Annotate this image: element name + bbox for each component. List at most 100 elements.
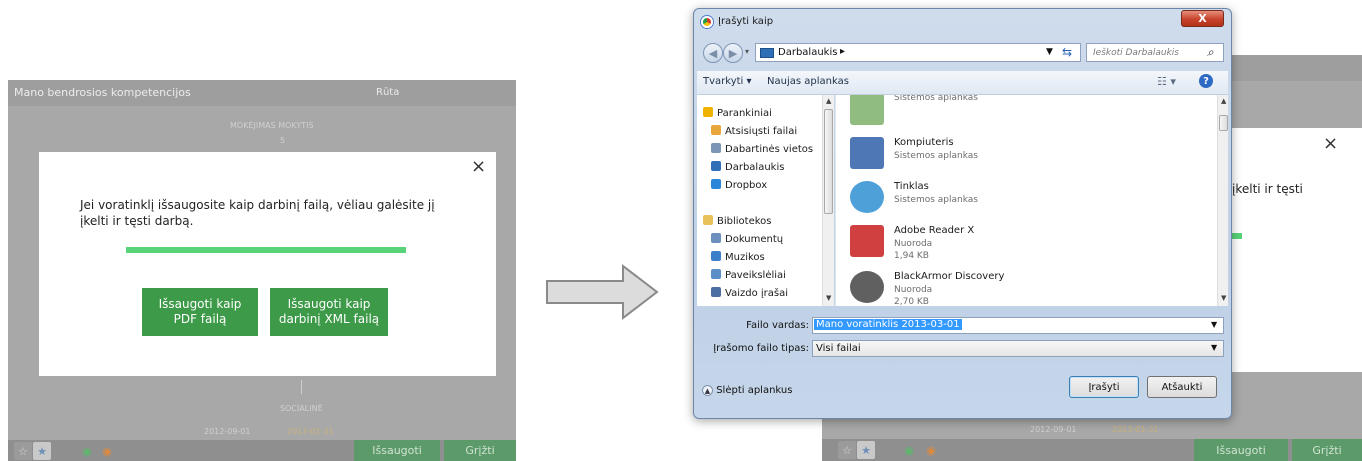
- desktop-small-icon: [760, 48, 774, 58]
- file-item[interactable]: BlackArmor Discovery Nuoroda 2,70 KB: [850, 267, 1190, 306]
- nav-item[interactable]: Dabartinės vietos: [711, 143, 813, 155]
- app-header: Mano bendrosios kompetencijos Rūta: [8, 80, 516, 106]
- file-type: Sistemos aplankas: [894, 95, 978, 103]
- user-folder-icon: [850, 95, 884, 125]
- file-size: 1,94 KB: [894, 251, 929, 261]
- star-outline-icon[interactable]: ☆: [14, 442, 32, 460]
- nav-item[interactable]: Muzikos: [711, 251, 765, 263]
- nav-item-label: Vaizdo įrašai: [725, 288, 788, 299]
- help-icon[interactable]: ?: [1199, 74, 1213, 88]
- file-name: Adobe Reader X: [894, 225, 975, 236]
- progress-track: [126, 247, 406, 253]
- dialog-title: Įrašyti kaip: [718, 16, 774, 27]
- right-modal-message: įkelti ir tęsti: [1232, 182, 1303, 196]
- chart-top-label: MOKĖJIMAS MOKYTIS: [230, 121, 314, 130]
- desktop-icon: [711, 161, 721, 171]
- address-bar[interactable]: Darbalaukis ▸ ▼ ⇆: [755, 43, 1081, 62]
- dialog-cancel-button[interactable]: Atšaukti: [1147, 376, 1217, 398]
- nav-scrollbar[interactable]: ▲ ▼: [822, 95, 834, 306]
- file-name: BlackArmor Discovery: [894, 271, 1005, 282]
- pictures-icon: [711, 269, 721, 279]
- nav-item[interactable]: Paveikslėliai: [711, 269, 786, 281]
- nav-scroll-down-icon[interactable]: ▼: [826, 294, 831, 302]
- search-placeholder: Ieškoti Darbalaukis: [1093, 48, 1179, 58]
- hide-folders-toggle[interactable]: ▲ Slėpti aplankus: [702, 385, 792, 396]
- right-arrow-icon: [546, 263, 659, 321]
- file-type: Sistemos aplankas: [894, 151, 978, 161]
- nav-item[interactable]: Vaizdo įrašai: [711, 287, 788, 299]
- right-close-icon[interactable]: ×: [1323, 135, 1338, 153]
- right-star-outline-icon[interactable]: ☆: [838, 441, 856, 459]
- files-scroll-up-icon[interactable]: ▲: [1221, 97, 1226, 105]
- back-button[interactable]: Grįžti: [444, 440, 516, 461]
- file-list-pane: Sistemos aplankas Kompiuteris Sistemos apl…: [835, 95, 1228, 306]
- forward-arrow-icon[interactable]: ▶: [723, 43, 743, 63]
- view-options-icon[interactable]: ☷ ▾: [1157, 75, 1176, 88]
- nav-scroll-up-icon[interactable]: ▲: [826, 97, 831, 105]
- nav-item-label: Atsisiųsti failai: [725, 126, 798, 137]
- nav-item[interactable]: Dropbox: [711, 179, 767, 191]
- navigation-pane: Parankiniai Atsisiųsti failai Dabartinės v…: [697, 95, 834, 306]
- nav-item[interactable]: Bibliotekos: [703, 215, 772, 227]
- address-dropdown-icon[interactable]: ▼: [1046, 47, 1053, 57]
- file-item[interactable]: Adobe Reader X Nuoroda 1,94 KB: [850, 221, 1190, 263]
- filetype-select[interactable]: Visi failai ▼: [812, 340, 1224, 357]
- dialog-close-button[interactable]: X: [1181, 10, 1224, 27]
- search-icon[interactable]: ⌕: [1207, 45, 1214, 60]
- adobe-reader-icon: [850, 225, 884, 257]
- nav-item-label: Parankiniai: [717, 108, 772, 119]
- files-scrollbar[interactable]: ▲ ▼: [1217, 95, 1228, 306]
- nav-item[interactable]: Atsisiųsti failai: [711, 125, 797, 137]
- filename-value: Mano voratinklis 2013-03-01: [814, 319, 962, 330]
- right-back-button[interactable]: Grįžti: [1292, 439, 1362, 461]
- save-button[interactable]: Išsaugoti: [354, 440, 440, 461]
- save-xml-button[interactable]: Išsaugoti kaip darbinį XML failą: [270, 288, 388, 336]
- new-folder-button[interactable]: Naujas aplankas: [767, 76, 849, 87]
- refresh-icon[interactable]: ⇆: [1062, 45, 1072, 59]
- filename-dropdown-icon[interactable]: ▼: [1211, 320, 1217, 329]
- file-item[interactable]: Kompiuteris Sistemos aplankas: [850, 133, 1190, 175]
- save-modal: × Jei voratinklį išsaugosite kaip darbin…: [39, 152, 496, 376]
- nav-item-label: Paveikslėliai: [725, 270, 786, 281]
- nav-item[interactable]: Darbalaukis: [711, 161, 784, 173]
- close-icon[interactable]: ×: [471, 158, 486, 176]
- right-footer-bar: ☆ ★ ◉ ◉ Išsaugoti Grįžti: [822, 439, 1362, 461]
- file-name: Tinklas: [894, 181, 929, 192]
- save-xml-label: Išsaugoti kaip darbinį XML failą: [278, 297, 380, 326]
- dialog-save-button[interactable]: Įrašyti: [1069, 376, 1139, 398]
- files-scroll-thumb[interactable]: [1219, 115, 1228, 131]
- file-type: Nuoroda: [894, 239, 933, 249]
- nav-scroll-thumb[interactable]: [824, 109, 833, 214]
- back-arrow-icon[interactable]: ◀: [703, 43, 723, 63]
- user-name: Rūta: [376, 87, 400, 98]
- file-item[interactable]: Sistemos aplankas: [850, 95, 1190, 131]
- star-filled-icon[interactable]: ★: [33, 442, 51, 460]
- filename-input[interactable]: Mano voratinklis 2013-03-01 ▼: [812, 317, 1224, 334]
- save-as-dialog: Įrašyti kaip X ◀ ▶ ▾ Darbalaukis ▸ ▼ ⇆ I…: [693, 8, 1232, 419]
- file-item[interactable]: Tinklas Sistemos aplankas: [850, 177, 1190, 219]
- file-type: Nuoroda: [894, 285, 933, 295]
- chart-top-tick: 5: [280, 136, 286, 145]
- nav-item-label: Darbalaukis: [725, 162, 785, 173]
- search-input[interactable]: Ieškoti Darbalaukis ⌕: [1086, 43, 1224, 62]
- nav-item[interactable]: Parankiniai: [703, 107, 772, 119]
- recent-places-icon: [711, 143, 721, 153]
- filetype-dropdown-icon[interactable]: ▼: [1211, 343, 1217, 352]
- organize-button[interactable]: Tvarkyti ▾: [703, 76, 752, 87]
- right-star-filled-icon[interactable]: ★: [857, 441, 875, 459]
- nav-item-label: Dabartinės vietos: [725, 144, 814, 155]
- eye-green-icon[interactable]: ◉: [78, 442, 96, 460]
- history-dropdown-icon[interactable]: ▾: [745, 47, 749, 56]
- dropbox-icon: [711, 179, 721, 189]
- nav-item-label: Bibliotekos: [717, 216, 772, 227]
- save-pdf-button[interactable]: Išsaugoti kaip PDF failą: [142, 288, 258, 336]
- nav-item[interactable]: Dokumentų: [711, 233, 783, 245]
- right-eye-green-icon[interactable]: ◉: [900, 441, 918, 459]
- right-save-button[interactable]: Išsaugoti: [1194, 439, 1288, 461]
- computer-icon: [850, 137, 884, 169]
- right-modal: × įkelti ir tęsti: [1230, 128, 1362, 372]
- right-eye-orange-icon[interactable]: ◉: [922, 441, 940, 459]
- eye-orange-icon[interactable]: ◉: [98, 442, 116, 460]
- toolbar: Tvarkyti ▾ Naujas aplankas ☷ ▾ ?: [697, 71, 1228, 95]
- files-scroll-down-icon[interactable]: ▼: [1221, 294, 1226, 302]
